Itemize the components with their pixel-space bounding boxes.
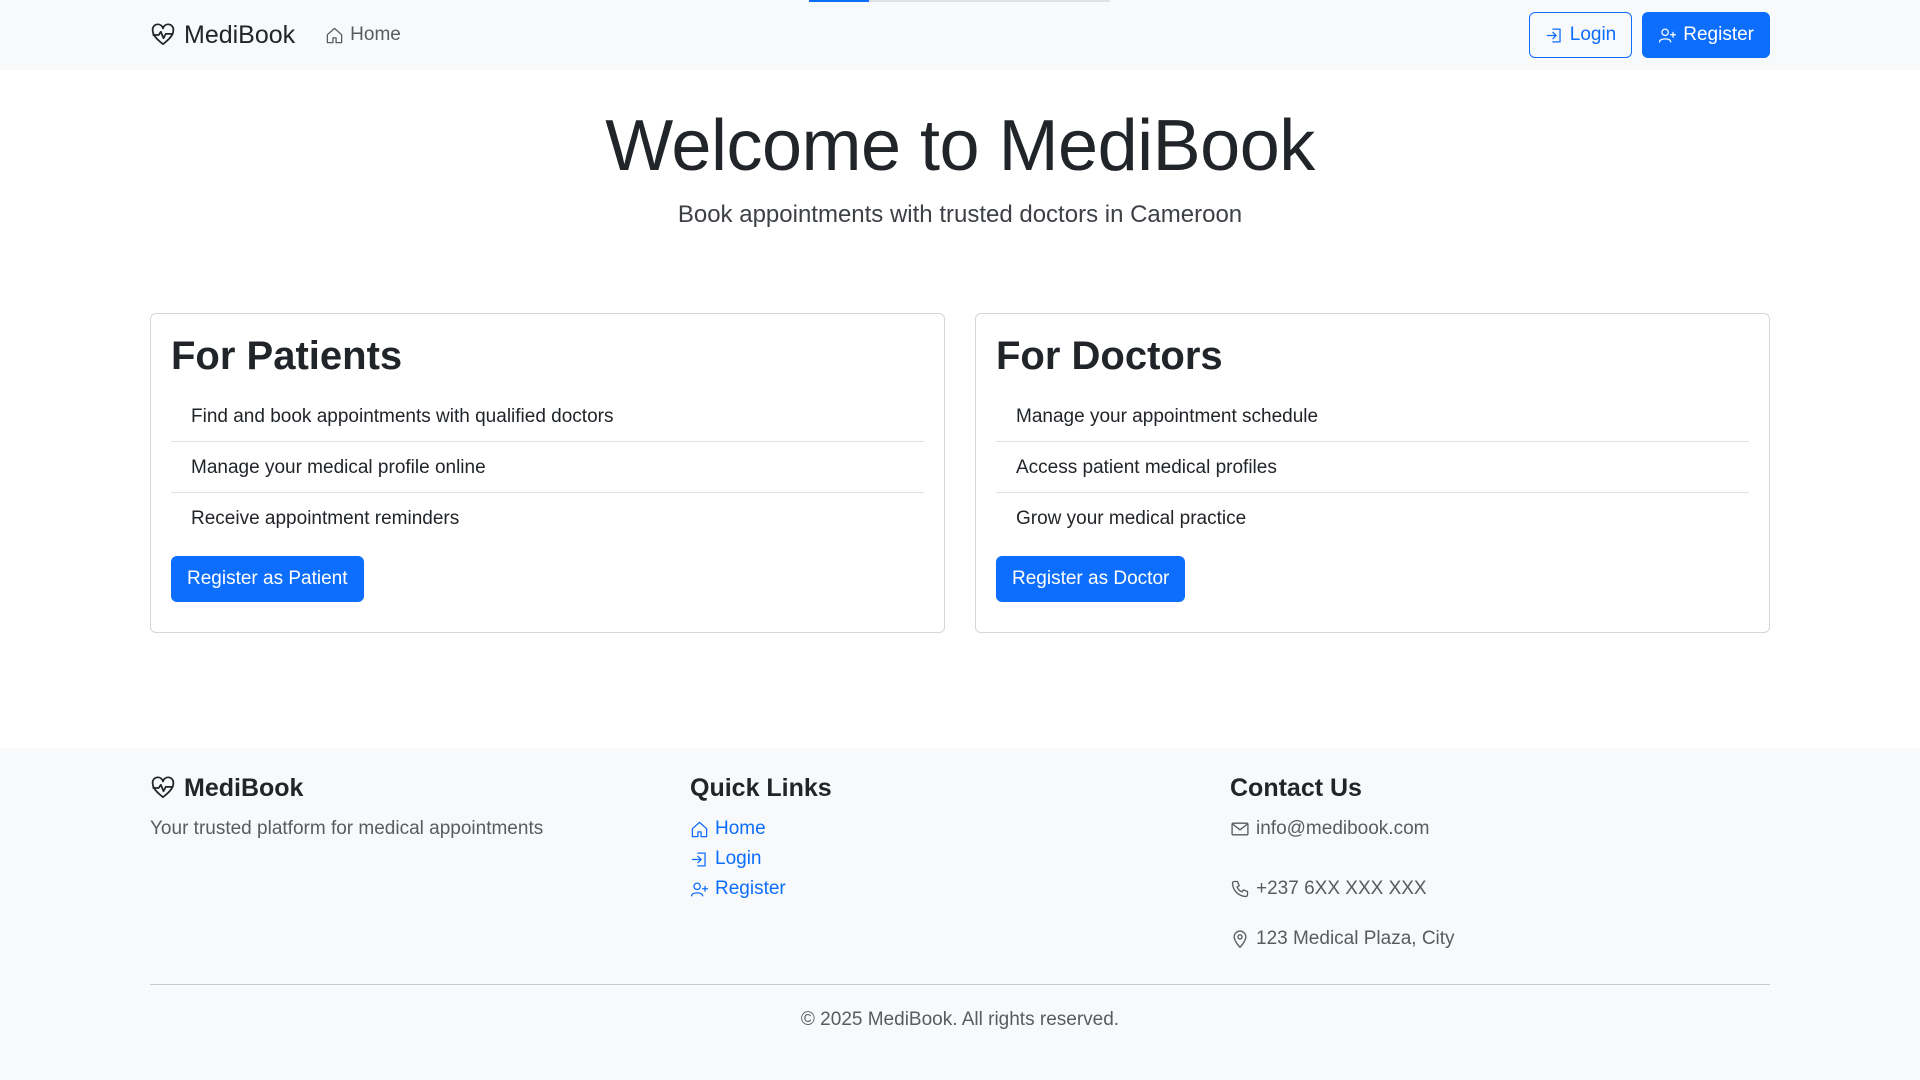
contact-address-text: 123 Medical Plaza, City (1256, 928, 1455, 949)
copyright: © 2025 MediBook. All rights reserved. (800, 1009, 1120, 1030)
login-button[interactable]: Login (1528, 12, 1633, 58)
doctors-feature-list: Manage your appointment schedule Access … (996, 391, 1749, 544)
list-item: Manage your medical profile online (171, 442, 924, 493)
home-icon (691, 821, 708, 837)
list-item: Find and book appointments with qualifie… (171, 391, 924, 442)
quick-links-list: Home Login Register (690, 814, 1230, 904)
footer-tagline: Your trusted platform for medical appoin… (150, 818, 544, 839)
footer-link-register[interactable]: Register (690, 874, 1230, 904)
footer-brand-column: MediBook Your trusted platform for medic… (150, 772, 690, 964)
footer-divider (150, 984, 1770, 985)
scroll-indicator-thumb (809, 0, 869, 2)
register-button[interactable]: Register (1642, 12, 1770, 58)
contact-phone: +237 6XX XXX XXX (1230, 864, 1770, 914)
hero-subtitle: Book appointments with trusted doctors i… (677, 201, 1243, 228)
list-item: Grow your medical practice (1016, 508, 1247, 529)
person-plus-icon (1659, 28, 1677, 42)
person-plus-icon (690, 882, 709, 896)
footer-brand: MediBook (150, 772, 690, 804)
geo-pin-icon (1233, 930, 1247, 948)
footer-link-login[interactable]: Login (690, 844, 1230, 874)
feature-cards: For Patients Find and book appointments … (150, 313, 1770, 633)
list-item: Manage your appointment schedule (996, 391, 1749, 442)
patients-card-title: For Patients (171, 334, 403, 378)
main-content: Welcome to MediBook Book appointments wi… (150, 70, 1770, 633)
scroll-indicator (809, 0, 1110, 2)
footer-link-home[interactable]: Home (690, 814, 1230, 844)
footer-brand-text: MediBook (184, 773, 304, 802)
contact-title: Contact Us (1230, 773, 1362, 802)
patients-card: For Patients Find and book appointments … (150, 313, 945, 633)
footer: MediBook Your trusted platform for medic… (0, 748, 1920, 1080)
patients-feature-list: Find and book appointments with qualifie… (171, 391, 924, 544)
home-icon (326, 27, 343, 43)
hero-title: Welcome to MediBook (605, 106, 1315, 186)
register-button-label: Register (1683, 24, 1754, 45)
heart-pulse-icon (151, 776, 175, 799)
quick-links-title: Quick Links (690, 773, 832, 802)
nav-link-home-label: Home (350, 24, 401, 45)
login-button-label: Login (1569, 24, 1617, 45)
footer-link-register-label: Register (715, 878, 786, 899)
register-doctor-button[interactable]: Register as Doctor (996, 556, 1186, 602)
footer-link-login-label: Login (715, 848, 762, 869)
doctors-card-title: For Doctors (996, 334, 1223, 378)
login-icon (691, 852, 706, 866)
navbar: MediBook Home Login Register (0, 0, 1920, 70)
heart-pulse-icon (151, 23, 175, 46)
contact-phone-text: +237 6XX XXX XXX (1256, 878, 1427, 899)
nav-link-home[interactable]: Home (325, 24, 401, 46)
contact-address: 123 Medical Plaza, City (1230, 914, 1770, 964)
contact-email-text: info@medibook.com (1256, 818, 1430, 839)
phone-icon (1231, 880, 1249, 898)
footer-quick-links-column: Quick Links Home Login Register (690, 772, 1230, 964)
contact-list: info@medibook.com +237 6XX XXX XXX 123 M… (1230, 814, 1770, 964)
footer-contact-column: Contact Us info@medibook.com +237 6XX XX… (1230, 772, 1770, 964)
navbar-brand-text: MediBook (184, 20, 296, 49)
footer-link-home-label: Home (715, 818, 766, 839)
navbar-brand[interactable]: MediBook (150, 21, 295, 50)
list-item: Access patient medical profiles (996, 442, 1749, 493)
login-icon (1546, 28, 1561, 42)
register-patient-button[interactable]: Register as Patient (171, 556, 364, 602)
list-item: Receive appointment reminders (191, 508, 460, 529)
envelope-icon (1231, 822, 1249, 836)
contact-email: info@medibook.com (1230, 814, 1770, 844)
doctors-card: For Doctors Manage your appointment sche… (975, 313, 1770, 633)
hero-section: Welcome to MediBook Book appointments wi… (150, 70, 1770, 229)
